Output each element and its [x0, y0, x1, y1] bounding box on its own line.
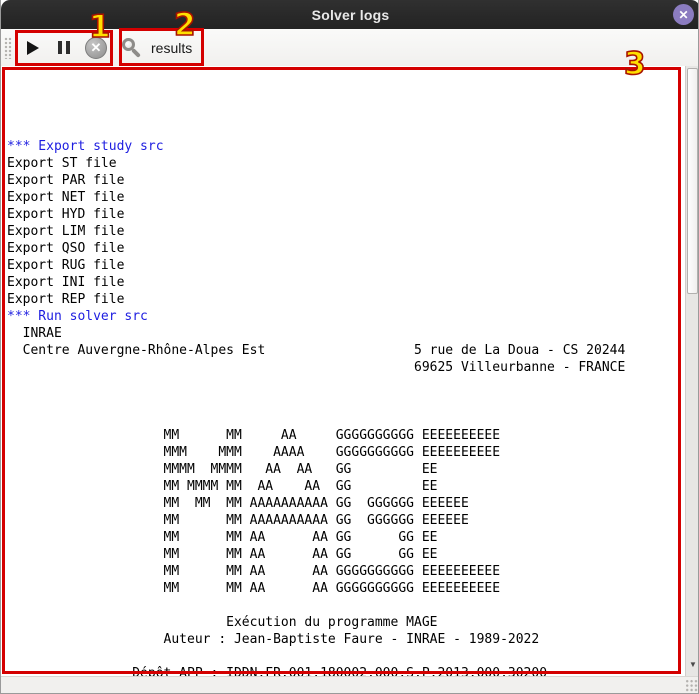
log-line: MM MM AA AA GG GG EE: [7, 530, 437, 545]
log-line: Export RUG file: [7, 258, 124, 273]
log-line: INRAE: [7, 326, 62, 341]
search-icon: [121, 37, 143, 59]
log-line: MMM MMM AAAA GGGGGGGGGG EEEEEEEEEE: [7, 445, 500, 460]
toolbar: ✕ results: [1, 29, 699, 66]
log-line: Export INI file: [7, 275, 124, 290]
log-line: *** Export study src: [7, 139, 164, 154]
play-icon: [27, 41, 39, 55]
log-line: MMMM MMMM AA AA GG EE: [7, 462, 437, 477]
titlebar[interactable]: Solver logs ✕: [1, 0, 699, 29]
log-line: Export QSO file: [7, 241, 124, 256]
pause-icon: [58, 41, 70, 54]
log-output[interactable]: *** Export study src Export ST file Expo…: [7, 138, 641, 694]
log-line: *** Run solver src: [7, 309, 148, 324]
status-bar: [1, 676, 699, 694]
close-icon: ✕: [678, 8, 688, 22]
toolbar-drag-handle[interactable]: [4, 37, 12, 59]
scrollbar-thumb[interactable]: [687, 68, 698, 294]
log-line: MM MM AA AA GGGGGGGGGG EEEEEEEEEE: [7, 564, 500, 579]
log-line: Auteur : Jean-Baptiste Faure - INRAE - 1…: [7, 632, 539, 647]
resize-grip-icon[interactable]: [685, 679, 698, 692]
stop-button[interactable]: ✕: [83, 33, 109, 62]
log-line: Export LIM file: [7, 224, 124, 239]
log-line: Export PAR file: [7, 173, 124, 188]
log-line: Export HYD file: [7, 207, 124, 222]
log-line: Export NET file: [7, 190, 124, 205]
log-line: Exécution du programme MAGE: [7, 615, 437, 630]
log-line: MM MM AA GGGGGGGGGG EEEEEEEEEE: [7, 428, 500, 443]
log-line: MM MM AA AA GGGGGGGGGG EEEEEEEEEE: [7, 581, 500, 596]
log-area: *** Export study src Export ST file Expo…: [1, 66, 699, 676]
log-line: Centre Auvergne-Rhône-Alpes Est 5 rue de…: [7, 343, 625, 358]
play-button[interactable]: [21, 33, 45, 62]
log-line: 69625 Villeurbanne - FRANCE: [7, 360, 625, 375]
results-button[interactable]: results: [121, 33, 203, 62]
stop-icon: ✕: [85, 37, 107, 59]
solver-logs-window: Solver logs ✕ ✕ results *** Export study…: [0, 0, 699, 694]
scroll-down-icon[interactable]: ▼: [686, 661, 699, 669]
window-title: Solver logs: [312, 7, 390, 23]
log-line: MM MM AA AA GG GG EE: [7, 547, 437, 562]
close-button[interactable]: ✕: [673, 4, 694, 25]
log-line: MM MM MM AAAAAAAAAA GG GGGGGG EEEEEE: [7, 496, 469, 511]
vertical-scrollbar[interactable]: ▲ ▼: [685, 66, 699, 676]
results-button-label: results: [151, 40, 192, 56]
pause-button[interactable]: [52, 33, 76, 62]
log-line: MM MMMM MM AA AA GG EE: [7, 479, 437, 494]
log-line: Export REP file: [7, 292, 124, 307]
log-line: Export ST file: [7, 156, 117, 171]
log-line: MM MM AAAAAAAAAA GG GGGGGG EEEEEE: [7, 513, 469, 528]
